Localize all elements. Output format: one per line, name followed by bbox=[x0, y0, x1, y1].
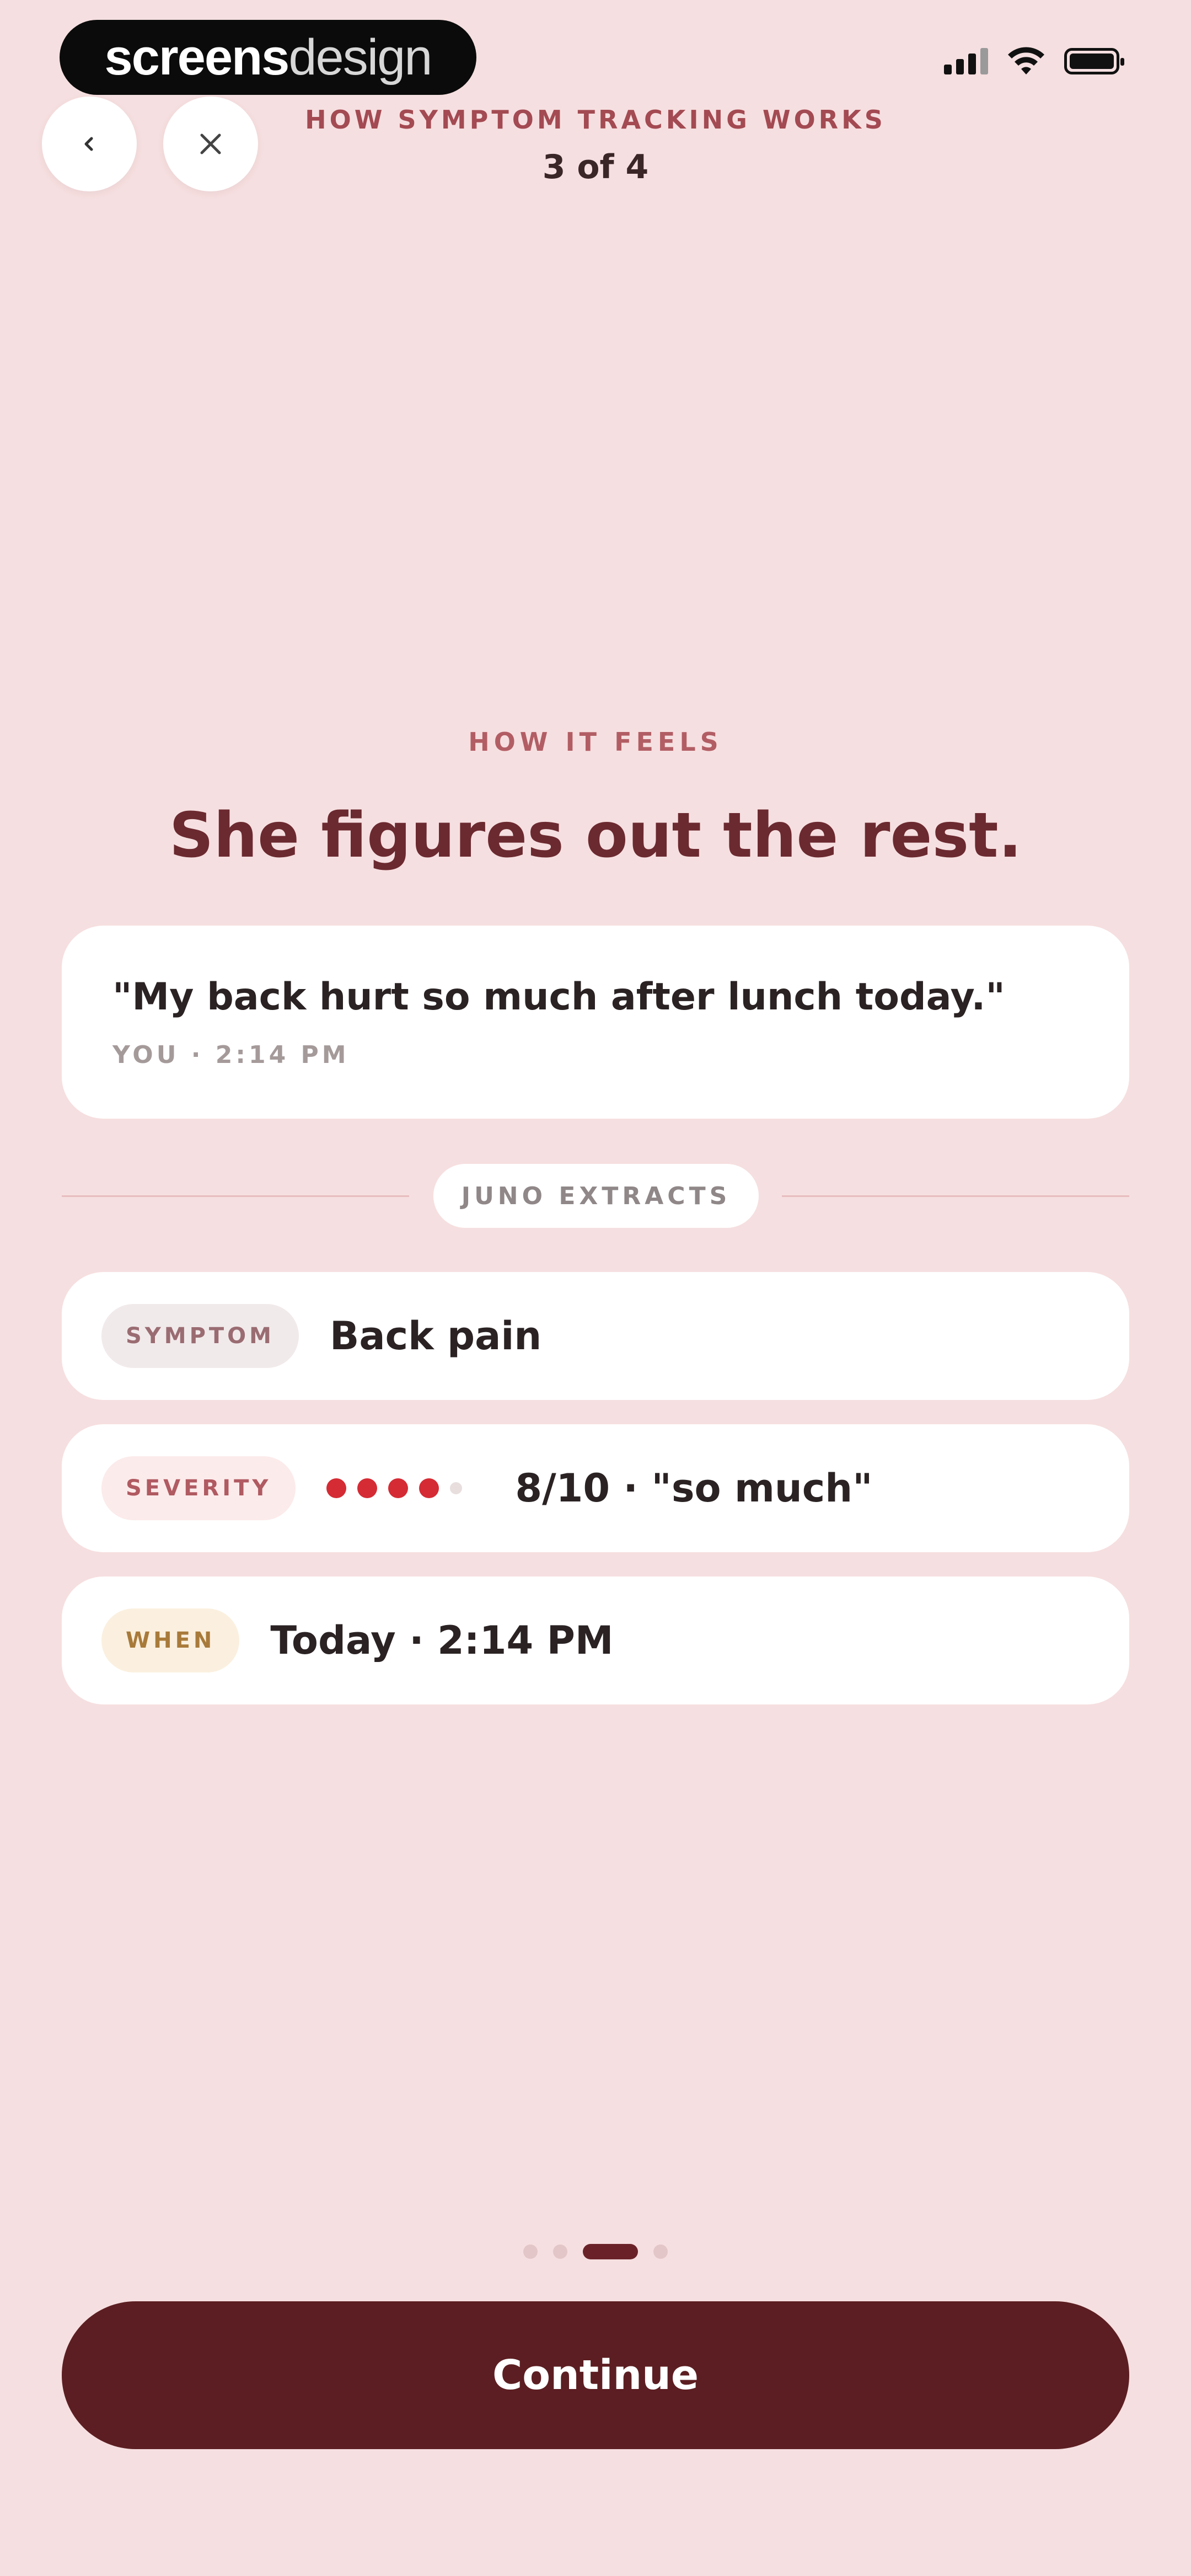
page-dot bbox=[523, 2244, 538, 2259]
severity-dot-filled bbox=[357, 1478, 378, 1498]
severity-tag: SEVERITY bbox=[101, 1456, 296, 1520]
severity-dot-empty bbox=[450, 1482, 463, 1494]
flow-title: HOW SYMPTOM TRACKING WORKS bbox=[305, 105, 886, 135]
when-row: WHEN Today · 2:14 PM bbox=[62, 1576, 1129, 1704]
severity-dot-filled bbox=[388, 1478, 409, 1498]
page-dot-active bbox=[583, 2244, 638, 2259]
divider-line-right bbox=[782, 1195, 1129, 1197]
severity-dot-filled bbox=[419, 1478, 439, 1498]
user-message-text: "My back hurt so much after lunch today.… bbox=[112, 975, 1005, 1019]
user-message-card: "My back hurt so much after lunch today.… bbox=[62, 926, 1129, 1119]
severity-dots bbox=[326, 1478, 463, 1498]
wifi-icon bbox=[1007, 47, 1045, 76]
page-dot bbox=[653, 2244, 668, 2259]
user-message-meta: YOU · 2:14 PM bbox=[112, 1041, 350, 1069]
divider-line-left bbox=[62, 1195, 409, 1197]
battery-icon bbox=[1064, 48, 1124, 74]
logo-text-bold: screens bbox=[104, 29, 290, 85]
continue-button[interactable]: Continue bbox=[62, 2301, 1129, 2449]
when-value: Today · 2:14 PM bbox=[270, 1618, 614, 1663]
extracts-divider-label: JUNO EXTRACTS bbox=[433, 1164, 759, 1228]
symptom-tag: SYMPTOM bbox=[101, 1304, 299, 1368]
section-title: She figures out the rest. bbox=[169, 800, 1022, 872]
when-tag: WHEN bbox=[101, 1608, 240, 1672]
severity-dot-filled bbox=[326, 1478, 347, 1498]
severity-row: SEVERITY 8/10 · "so much" bbox=[62, 1424, 1129, 1552]
symptom-row: SYMPTOM Back pain bbox=[62, 1272, 1129, 1400]
screensdesign-logo: screens design bbox=[60, 20, 476, 95]
signal-icon bbox=[944, 48, 988, 74]
status-icons bbox=[944, 47, 1124, 76]
severity-value: 8/10 · "so much" bbox=[515, 1466, 873, 1511]
logo-text-light: design bbox=[288, 29, 432, 85]
symptom-value: Back pain bbox=[330, 1313, 542, 1359]
page-indicator bbox=[0, 2244, 1191, 2259]
step-indicator: 3 of 4 bbox=[542, 148, 649, 186]
section-eyebrow: HOW IT FEELS bbox=[468, 727, 723, 757]
page-dot bbox=[553, 2244, 567, 2259]
